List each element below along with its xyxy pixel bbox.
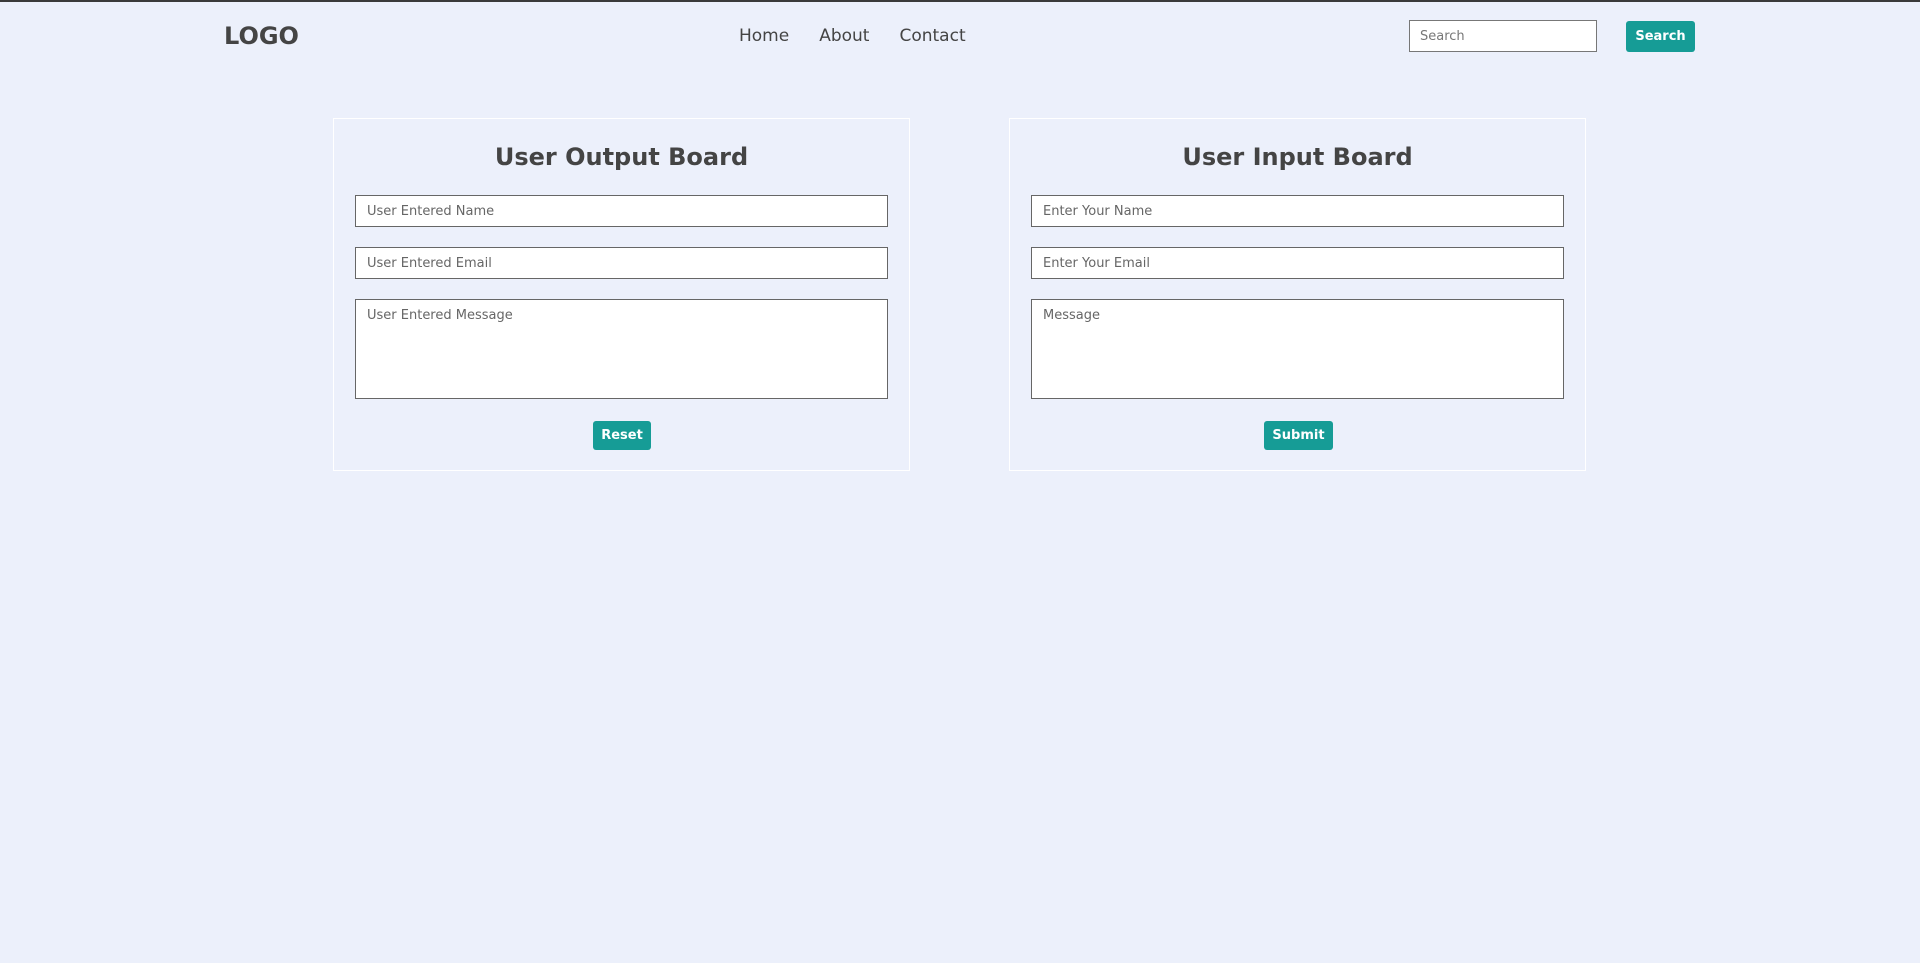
nav-link-home[interactable]: Home [739, 26, 789, 46]
input-message-field[interactable] [1031, 299, 1564, 399]
output-board-title: User Output Board [494, 143, 749, 171]
navbar: LOGO Home About Contact Search [0, 2, 1920, 68]
output-name-field[interactable] [355, 195, 888, 227]
page: LOGO Home About Contact Search User Outp… [0, 0, 1920, 963]
nav-link-contact[interactable]: Contact [899, 26, 965, 46]
reset-button[interactable]: Reset [593, 421, 651, 450]
nav-link-about[interactable]: About [819, 26, 869, 46]
user-input-board: User Input Board Submit [1009, 118, 1586, 471]
submit-button[interactable]: Submit [1264, 421, 1333, 450]
nav-links: Home About Contact [739, 26, 966, 46]
user-output-board: User Output Board Reset [333, 118, 910, 471]
input-board-title: User Input Board [1182, 143, 1413, 171]
output-message-field[interactable] [355, 299, 888, 399]
output-email-field[interactable] [355, 247, 888, 279]
search-input[interactable] [1409, 20, 1597, 52]
input-name-field[interactable] [1031, 195, 1564, 227]
logo: LOGO [224, 22, 299, 50]
input-email-field[interactable] [1031, 247, 1564, 279]
search-button[interactable]: Search [1626, 21, 1695, 52]
